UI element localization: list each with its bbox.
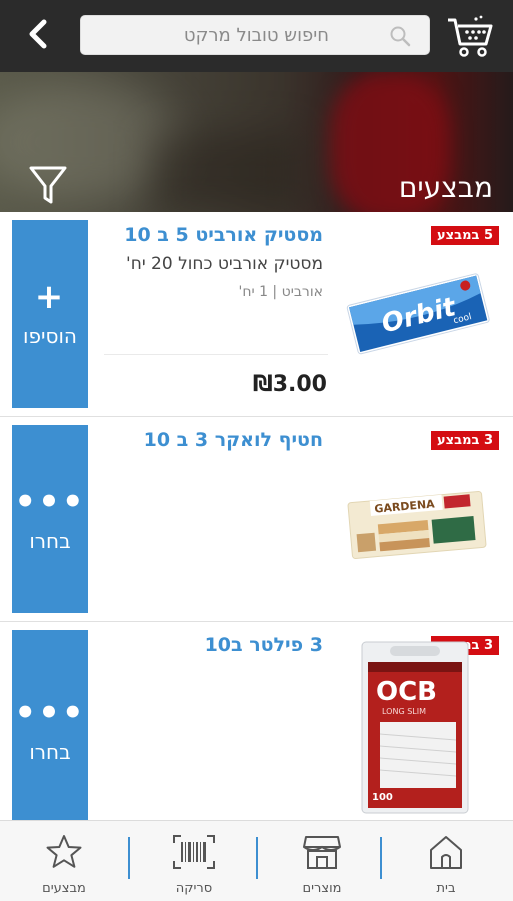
- store-icon: [302, 821, 342, 875]
- product-title[interactable]: 3 פילטר ב10: [205, 634, 323, 656]
- nav-label: סריקה: [175, 881, 213, 896]
- product-brand: אורביט: [281, 284, 323, 300]
- search-icon: [389, 25, 411, 51]
- cart-button[interactable]: [446, 14, 494, 58]
- shopping-cart-icon: [446, 15, 494, 62]
- orbit-gum-image[interactable]: Orbit cool: [340, 264, 495, 363]
- ocb-filters-image[interactable]: OCB LONG SLIM 100: [360, 640, 470, 819]
- back-button[interactable]: [20, 18, 56, 54]
- nav-item-products[interactable]: מוצרים: [258, 821, 386, 901]
- nav-item-promotions[interactable]: מבצעים: [0, 821, 128, 901]
- promo-badge: 5 במבצע: [431, 226, 499, 245]
- filter-icon: [28, 166, 68, 210]
- divider: [104, 354, 328, 355]
- meta-separator: |: [267, 284, 278, 300]
- choose-button-label: בחרו: [29, 740, 71, 764]
- more-dots-icon: •••: [14, 482, 86, 522]
- product-card: ••• בחרו 3 פילטר ב10 3 במבצע OCB LONG SL…: [0, 622, 513, 820]
- choose-button[interactable]: ••• בחרו: [12, 630, 88, 820]
- svg-text:OCB: OCB: [376, 677, 437, 707]
- product-price: ₪3.00: [252, 372, 327, 397]
- product-list: + הוסיפו מסטיק אורביט 5 ב 10 מסטיק אורבי…: [0, 212, 513, 820]
- product-card: ••• בחרו חטיף לואקר 3 ב 10 3 במבצע GARDE…: [0, 417, 513, 622]
- top-bar: [0, 0, 513, 72]
- nav-label: מוצרים: [302, 881, 342, 896]
- product-meta: אורביט | 1 יח': [238, 284, 323, 300]
- search-input[interactable]: [81, 16, 429, 54]
- product-card: + הוסיפו מסטיק אורביט 5 ב 10 מסטיק אורבי…: [0, 212, 513, 417]
- promo-badge: 3 במבצע: [431, 431, 499, 450]
- chevron-left-icon: [26, 19, 50, 53]
- barcode-icon: [172, 821, 216, 875]
- plus-icon: +: [34, 277, 66, 317]
- add-button[interactable]: + הוסיפו: [12, 220, 88, 408]
- svg-text:100: 100: [372, 792, 393, 803]
- home-icon: [426, 821, 466, 875]
- svg-text:LONG SLIM: LONG SLIM: [382, 707, 426, 716]
- bottom-nav: מבצעים סריקה מוצרים בית: [0, 820, 513, 901]
- more-dots-icon: •••: [14, 693, 86, 733]
- nav-label: בית: [436, 881, 456, 896]
- gardena-wafer-image[interactable]: GARDENA: [342, 485, 492, 569]
- nav-item-scan[interactable]: סריקה: [130, 821, 258, 901]
- choose-button-label: בחרו: [29, 529, 71, 553]
- star-icon: [44, 821, 84, 875]
- add-button-label: הוסיפו: [23, 324, 77, 348]
- nav-label: מבצעים: [42, 881, 86, 896]
- filter-button[interactable]: [28, 164, 68, 206]
- nav-item-home[interactable]: בית: [382, 821, 510, 901]
- product-title[interactable]: מסטיק אורביט 5 ב 10: [124, 224, 323, 246]
- choose-button[interactable]: ••• בחרו: [12, 425, 88, 613]
- product-description: מסטיק אורביט כחול 20 יח': [126, 254, 323, 274]
- page-title: מבצעים: [398, 171, 493, 204]
- promotions-banner: מבצעים: [0, 72, 513, 212]
- product-unit: 1 יח': [238, 284, 268, 300]
- product-title[interactable]: חטיף לואקר 3 ב 10: [144, 429, 323, 451]
- search-box[interactable]: [80, 15, 430, 55]
